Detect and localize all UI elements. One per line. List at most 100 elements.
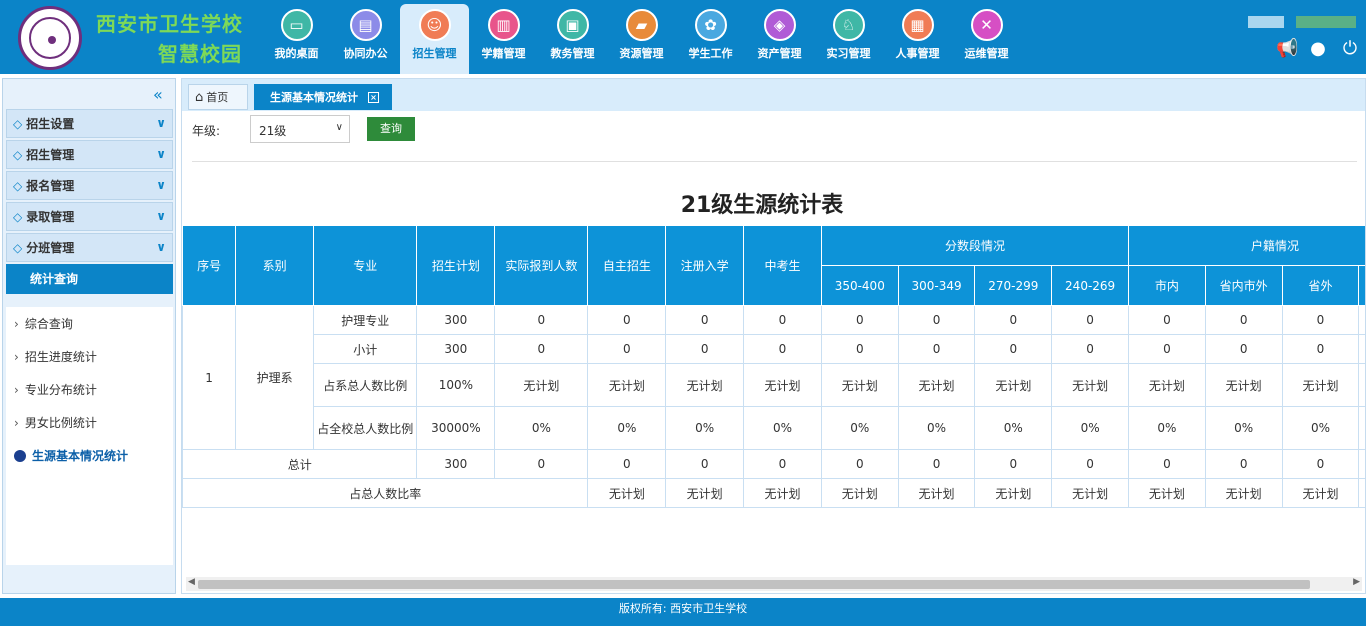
- nav-item[interactable]: ♘ 实习管理: [814, 4, 883, 74]
- query-button[interactable]: 查询: [367, 117, 415, 141]
- table-cell: 0: [494, 305, 589, 335]
- table-cell: 小计: [313, 334, 418, 364]
- collapse-sidebar-icon[interactable]: «: [153, 85, 163, 104]
- table-cell: 0: [1204, 449, 1283, 479]
- table-cell: 无计划: [665, 478, 745, 508]
- sidebar-item-admission[interactable]: ◇ 录取管理 ∨: [6, 202, 173, 231]
- table-cell: 无计划: [897, 363, 976, 407]
- header-score-range: 300-349: [897, 265, 976, 306]
- maintenance-icon: ✕: [970, 9, 1003, 41]
- grade-select[interactable]: 21级 ∨: [250, 115, 350, 143]
- nav-item-label: 学生工作: [688, 47, 733, 60]
- table-row-ratio: 占总人数比率无计划无计划无计划无计划无计划无计划无计划无计划无计划无计划无: [182, 478, 1365, 508]
- table-cell: 300: [416, 305, 496, 335]
- submenu-item-label: 专业分布统计: [24, 383, 97, 397]
- nav-item[interactable]: ✿ 学生工作: [676, 4, 745, 74]
- nav-item-label: 人事管理: [895, 47, 940, 60]
- table-cell: 护理专业: [313, 305, 418, 335]
- home-icon: ⌂: [195, 89, 204, 105]
- header-actions: 📢 ● ⏻: [1276, 38, 1360, 59]
- table-cell: 无计划: [494, 363, 589, 407]
- sidebar-item-registration[interactable]: ◇ 报名管理 ∨: [6, 171, 173, 200]
- submenu-item-progress-stats[interactable]: › 招生进度统计: [6, 340, 173, 373]
- table-cell: 0: [1128, 449, 1206, 479]
- table-cell: 无计划: [587, 363, 667, 407]
- table-cell: 0%: [1281, 406, 1360, 450]
- scroll-left-icon[interactable]: ◀: [188, 577, 195, 587]
- nav-item-label: 资源管理: [619, 47, 664, 60]
- submenu-item-source-stats[interactable]: 生源基本情况统计: [6, 439, 173, 472]
- chevron-right-icon: ›: [14, 316, 19, 331]
- current-dot-icon: [14, 449, 26, 462]
- sidebar-item-enrollment-management[interactable]: ◇ 招生管理 ∨: [6, 140, 173, 169]
- user-icon[interactable]: ●: [1308, 38, 1328, 59]
- table-cell: 300: [416, 334, 496, 364]
- table-cell: 无计划: [974, 363, 1053, 407]
- tab-source-stats[interactable]: 生源基本情况统计 ×: [254, 84, 392, 110]
- header-exam-students: 中考生: [743, 225, 822, 306]
- assets-icon: ◈: [763, 9, 796, 41]
- close-icon[interactable]: ×: [368, 91, 379, 103]
- nav-item[interactable]: ✕ 运维管理: [952, 4, 1021, 74]
- table-cell: 无计划: [1128, 363, 1206, 407]
- tag-icon: ◇: [13, 240, 23, 255]
- table-cell: 30000%: [416, 406, 496, 450]
- table-cell: 无计划: [587, 478, 667, 508]
- header-reported: 实际报到人数: [494, 225, 589, 306]
- hr-icon: ▦: [901, 9, 934, 41]
- submenu-item-major-distribution[interactable]: › 专业分布统计: [6, 373, 173, 406]
- sidebar-item-statistics-query[interactable]: 统计查询: [6, 264, 173, 294]
- horizontal-scrollbar[interactable]: ◀ ▶: [186, 577, 1362, 591]
- table-cell: 无: [1358, 478, 1365, 508]
- main-nav: ▭ 我的桌面 ▤ 协同办公 ☺ 招生管理 ▥ 学籍管理 ▣ 教务管理 ▰ 资源管理 ✿ 学生工作 ◈ 资产管理…: [262, 4, 1021, 74]
- sidebar-item-class-assignment[interactable]: ◇ 分班管理 ∨: [6, 233, 173, 262]
- nav-item[interactable]: ▭ 我的桌面: [262, 4, 331, 74]
- nav-item[interactable]: ▣ 教务管理: [538, 4, 607, 74]
- power-icon[interactable]: ⏻: [1340, 38, 1360, 59]
- table-cell: 0: [1281, 334, 1360, 364]
- table-cell: 0: [1358, 406, 1365, 450]
- table-cell: 无计划: [820, 363, 899, 407]
- scrollbar-thumb[interactable]: [198, 580, 1310, 589]
- nav-item[interactable]: ◈ 资产管理: [745, 4, 814, 74]
- expand-icon: ∨: [156, 147, 166, 161]
- table-cell: 0: [820, 334, 899, 364]
- chevron-down-icon: ∨: [335, 122, 343, 133]
- table-cell: 0%: [1051, 406, 1130, 450]
- chevron-right-icon: ›: [14, 415, 19, 430]
- header-household-type: 港: [1358, 265, 1365, 306]
- table-cell: 0: [1051, 334, 1130, 364]
- header-household: 户籍情况: [1128, 225, 1365, 266]
- header-household-type: 市内: [1128, 265, 1206, 306]
- sidebar-item-label: 报名管理: [26, 179, 75, 193]
- sidebar-item-enrollment-settings[interactable]: ◇ 招生设置 ∨: [6, 109, 173, 138]
- table-row: 占系总人数比例 100% 无计划 无计划 无计划 无计划 无计划 无计划 无计划 无计划 无计划 无计…: [183, 363, 1365, 407]
- tab-home[interactable]: ⌂ 首页: [188, 84, 248, 110]
- table-cell: 0: [974, 334, 1053, 364]
- nav-item[interactable]: ▦ 人事管理: [883, 4, 952, 74]
- table-cell: 0%: [743, 406, 822, 450]
- nav-item[interactable]: ▤ 协同办公: [331, 4, 400, 74]
- submenu-item-label: 男女比例统计: [24, 416, 97, 430]
- announcement-icon[interactable]: 📢: [1276, 38, 1298, 59]
- nav-item[interactable]: ☺ 招生管理: [400, 4, 469, 74]
- nav-item-label: 教务管理: [550, 47, 595, 60]
- header-major: 专业: [313, 225, 418, 306]
- table-cell: 无: [1358, 363, 1365, 407]
- table-cell: 无计划: [743, 363, 822, 407]
- scroll-right-icon[interactable]: ▶: [1353, 577, 1360, 587]
- submenu-item-general-query[interactable]: › 综合查询: [6, 307, 173, 340]
- table-cell: 0: [494, 449, 589, 479]
- nav-item-label: 资产管理: [757, 47, 802, 60]
- table-cell: 无计划: [1128, 478, 1206, 508]
- submenu-item-gender-ratio[interactable]: › 男女比例统计: [6, 406, 173, 439]
- main-content: ⌂ 首页 生源基本情况统计 × 年级: 21级 ∨ 查询 21级生源统计表 序号…: [181, 78, 1366, 594]
- table-cell: 300: [416, 449, 496, 479]
- table-cell: 100%: [416, 363, 496, 407]
- table-cell: 0: [1128, 305, 1206, 335]
- table-cell: 0: [587, 334, 667, 364]
- internship-icon: ♘: [832, 9, 865, 41]
- school-logo: [18, 6, 82, 70]
- nav-item[interactable]: ▥ 学籍管理: [469, 4, 538, 74]
- nav-item[interactable]: ▰ 资源管理: [607, 4, 676, 74]
